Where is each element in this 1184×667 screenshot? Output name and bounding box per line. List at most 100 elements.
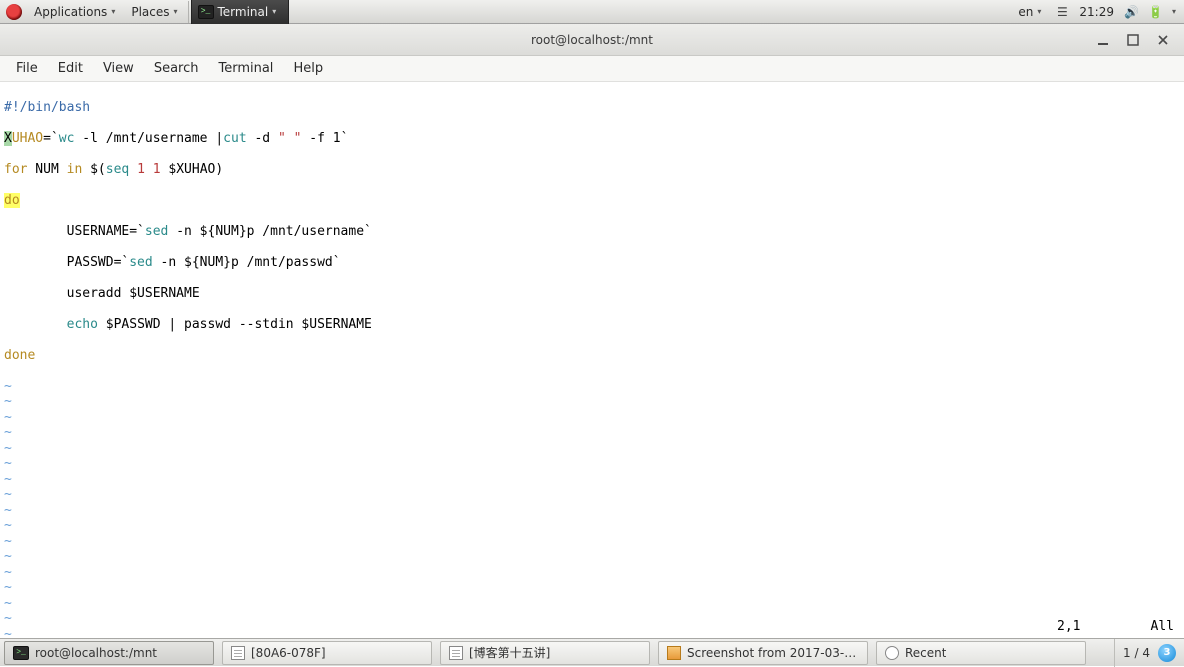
menu-help[interactable]: Help xyxy=(283,58,333,79)
task-files-1[interactable]: [80A6-078F] xyxy=(222,641,432,665)
panel-separator xyxy=(188,1,189,23)
empty-line-tilde: ~ xyxy=(4,611,1180,627)
places-menu[interactable]: Places ▾ xyxy=(123,0,185,24)
close-button[interactable] xyxy=(1154,31,1172,49)
task-label: [80A6-078F] xyxy=(251,646,326,660)
empty-line-tilde: ~ xyxy=(4,580,1180,596)
image-icon xyxy=(667,646,681,660)
battery-icon[interactable]: 🔋 xyxy=(1148,5,1162,19)
code-cmd: sed xyxy=(129,255,152,270)
code: $XUHAO) xyxy=(161,162,224,177)
terminal-icon: >_ xyxy=(13,646,29,660)
task-label: Recent xyxy=(905,646,946,660)
volume-icon[interactable]: 🔊 xyxy=(1124,5,1138,19)
empty-line-tilde: ~ xyxy=(4,441,1180,457)
code-cmd: sed xyxy=(145,224,168,239)
empty-line-tilde: ~ xyxy=(4,596,1180,612)
code-cmd: wc xyxy=(59,131,75,146)
scroll-indicator: All xyxy=(1151,619,1174,635)
terminal-launcher[interactable]: >_ Terminal ▾ xyxy=(191,0,290,24)
file-manager-icon xyxy=(231,646,245,660)
code: -n ${NUM}p /mnt/username` xyxy=(168,224,372,239)
chevron-down-icon: ▾ xyxy=(1037,7,1041,16)
code: $( xyxy=(82,162,105,177)
task-files-2[interactable]: [博客第十五讲] xyxy=(440,641,650,665)
code: -d xyxy=(247,131,278,146)
code-var: UHAO xyxy=(12,131,43,146)
code: PASSWD=` xyxy=(4,255,129,270)
code: -n ${NUM}p /mnt/passwd` xyxy=(153,255,341,270)
chevron-down-icon: ▾ xyxy=(173,7,177,16)
window-controls xyxy=(1086,24,1180,56)
task-terminal[interactable]: >_ root@localhost:/mnt xyxy=(4,641,214,665)
applications-label: Applications xyxy=(34,5,107,19)
empty-line-tilde: ~ xyxy=(4,394,1180,410)
notification-badge[interactable]: 3 xyxy=(1158,644,1176,662)
empty-line-tilde: ~ xyxy=(4,503,1180,519)
code: $PASSWD | passwd --stdin $USERNAME xyxy=(98,317,372,332)
task-screenshot[interactable]: Screenshot from 2017-03-04 ... xyxy=(658,641,868,665)
code xyxy=(4,317,67,332)
window-titlebar[interactable]: root@localhost:/mnt xyxy=(0,24,1184,56)
code-kw: in xyxy=(67,162,83,177)
terminal-label: Terminal xyxy=(218,5,269,19)
code-kw: for xyxy=(4,162,27,177)
task-label: Screenshot from 2017-03-04 ... xyxy=(687,646,859,660)
menu-edit[interactable]: Edit xyxy=(48,58,93,79)
terminal-icon: >_ xyxy=(198,5,214,19)
empty-line-tilde: ~ xyxy=(4,518,1180,534)
empty-line-tilde: ~ xyxy=(4,627,1180,639)
chevron-down-icon[interactable]: ▾ xyxy=(1172,7,1176,16)
empty-line-tilde: ~ xyxy=(4,379,1180,395)
clock[interactable]: 21:29 xyxy=(1079,5,1114,19)
minimize-button[interactable] xyxy=(1094,31,1112,49)
code-cmd: echo xyxy=(67,317,98,332)
code-cmd: seq xyxy=(106,162,129,177)
menu-terminal[interactable]: Terminal xyxy=(208,58,283,79)
window-title: root@localhost:/mnt xyxy=(531,33,653,47)
chevron-down-icon: ▾ xyxy=(272,7,276,16)
code-kw: done xyxy=(4,348,35,363)
empty-line-tilde: ~ xyxy=(4,410,1180,426)
code-num: 1 1 xyxy=(137,162,160,177)
file-manager-icon xyxy=(449,646,463,660)
keyboard-layout[interactable]: en ▾ xyxy=(1014,0,1045,24)
menubar: File Edit View Search Terminal Help xyxy=(0,56,1184,82)
distro-logo-icon[interactable] xyxy=(6,4,22,20)
recent-icon xyxy=(885,646,899,660)
code-shebang: #!/bin/bash xyxy=(4,100,90,115)
bottom-taskbar: >_ root@localhost:/mnt [80A6-078F] [博客第十… xyxy=(0,638,1184,666)
menu-view[interactable]: View xyxy=(93,58,144,79)
code-kw: do xyxy=(4,193,20,208)
code xyxy=(129,162,137,177)
workspace-indicator[interactable]: 1 / 4 xyxy=(1123,646,1150,660)
applications-menu[interactable]: Applications ▾ xyxy=(26,0,123,24)
top-panel-right: en ▾ ☰ 21:29 🔊 🔋 ▾ xyxy=(1014,0,1184,24)
menu-file[interactable]: File xyxy=(6,58,48,79)
top-panel-left: Applications ▾ Places ▾ >_ Terminal ▾ xyxy=(0,0,289,24)
maximize-button[interactable] xyxy=(1124,31,1142,49)
lang-label: en xyxy=(1018,5,1033,19)
task-label: root@localhost:/mnt xyxy=(35,646,157,660)
empty-line-tilde: ~ xyxy=(4,472,1180,488)
empty-line-tilde: ~ xyxy=(4,425,1180,441)
cursor-position: 2,1 xyxy=(1057,619,1080,635)
task-recent[interactable]: Recent xyxy=(876,641,1086,665)
empty-line-tilde: ~ xyxy=(4,534,1180,550)
code: NUM xyxy=(27,162,66,177)
empty-line-tilde: ~ xyxy=(4,487,1180,503)
editor-area[interactable]: #!/bin/bash XUHAO=`wc -l /mnt/username |… xyxy=(0,82,1184,638)
cursor: X xyxy=(4,131,12,146)
code: -f 1` xyxy=(301,131,348,146)
menu-search[interactable]: Search xyxy=(144,58,209,79)
taskbar-tray: 1 / 4 3 xyxy=(1114,639,1184,667)
empty-line-tilde: ~ xyxy=(4,565,1180,581)
empty-line-tilde: ~ xyxy=(4,456,1180,472)
vim-status: 2,1 All xyxy=(1057,619,1174,635)
places-label: Places xyxy=(131,5,169,19)
code-str: " " xyxy=(278,131,301,146)
code: useradd $USERNAME xyxy=(4,286,200,301)
accessibility-icon[interactable]: ☰ xyxy=(1055,5,1069,19)
code: =` xyxy=(43,131,59,146)
chevron-down-icon: ▾ xyxy=(111,7,115,16)
